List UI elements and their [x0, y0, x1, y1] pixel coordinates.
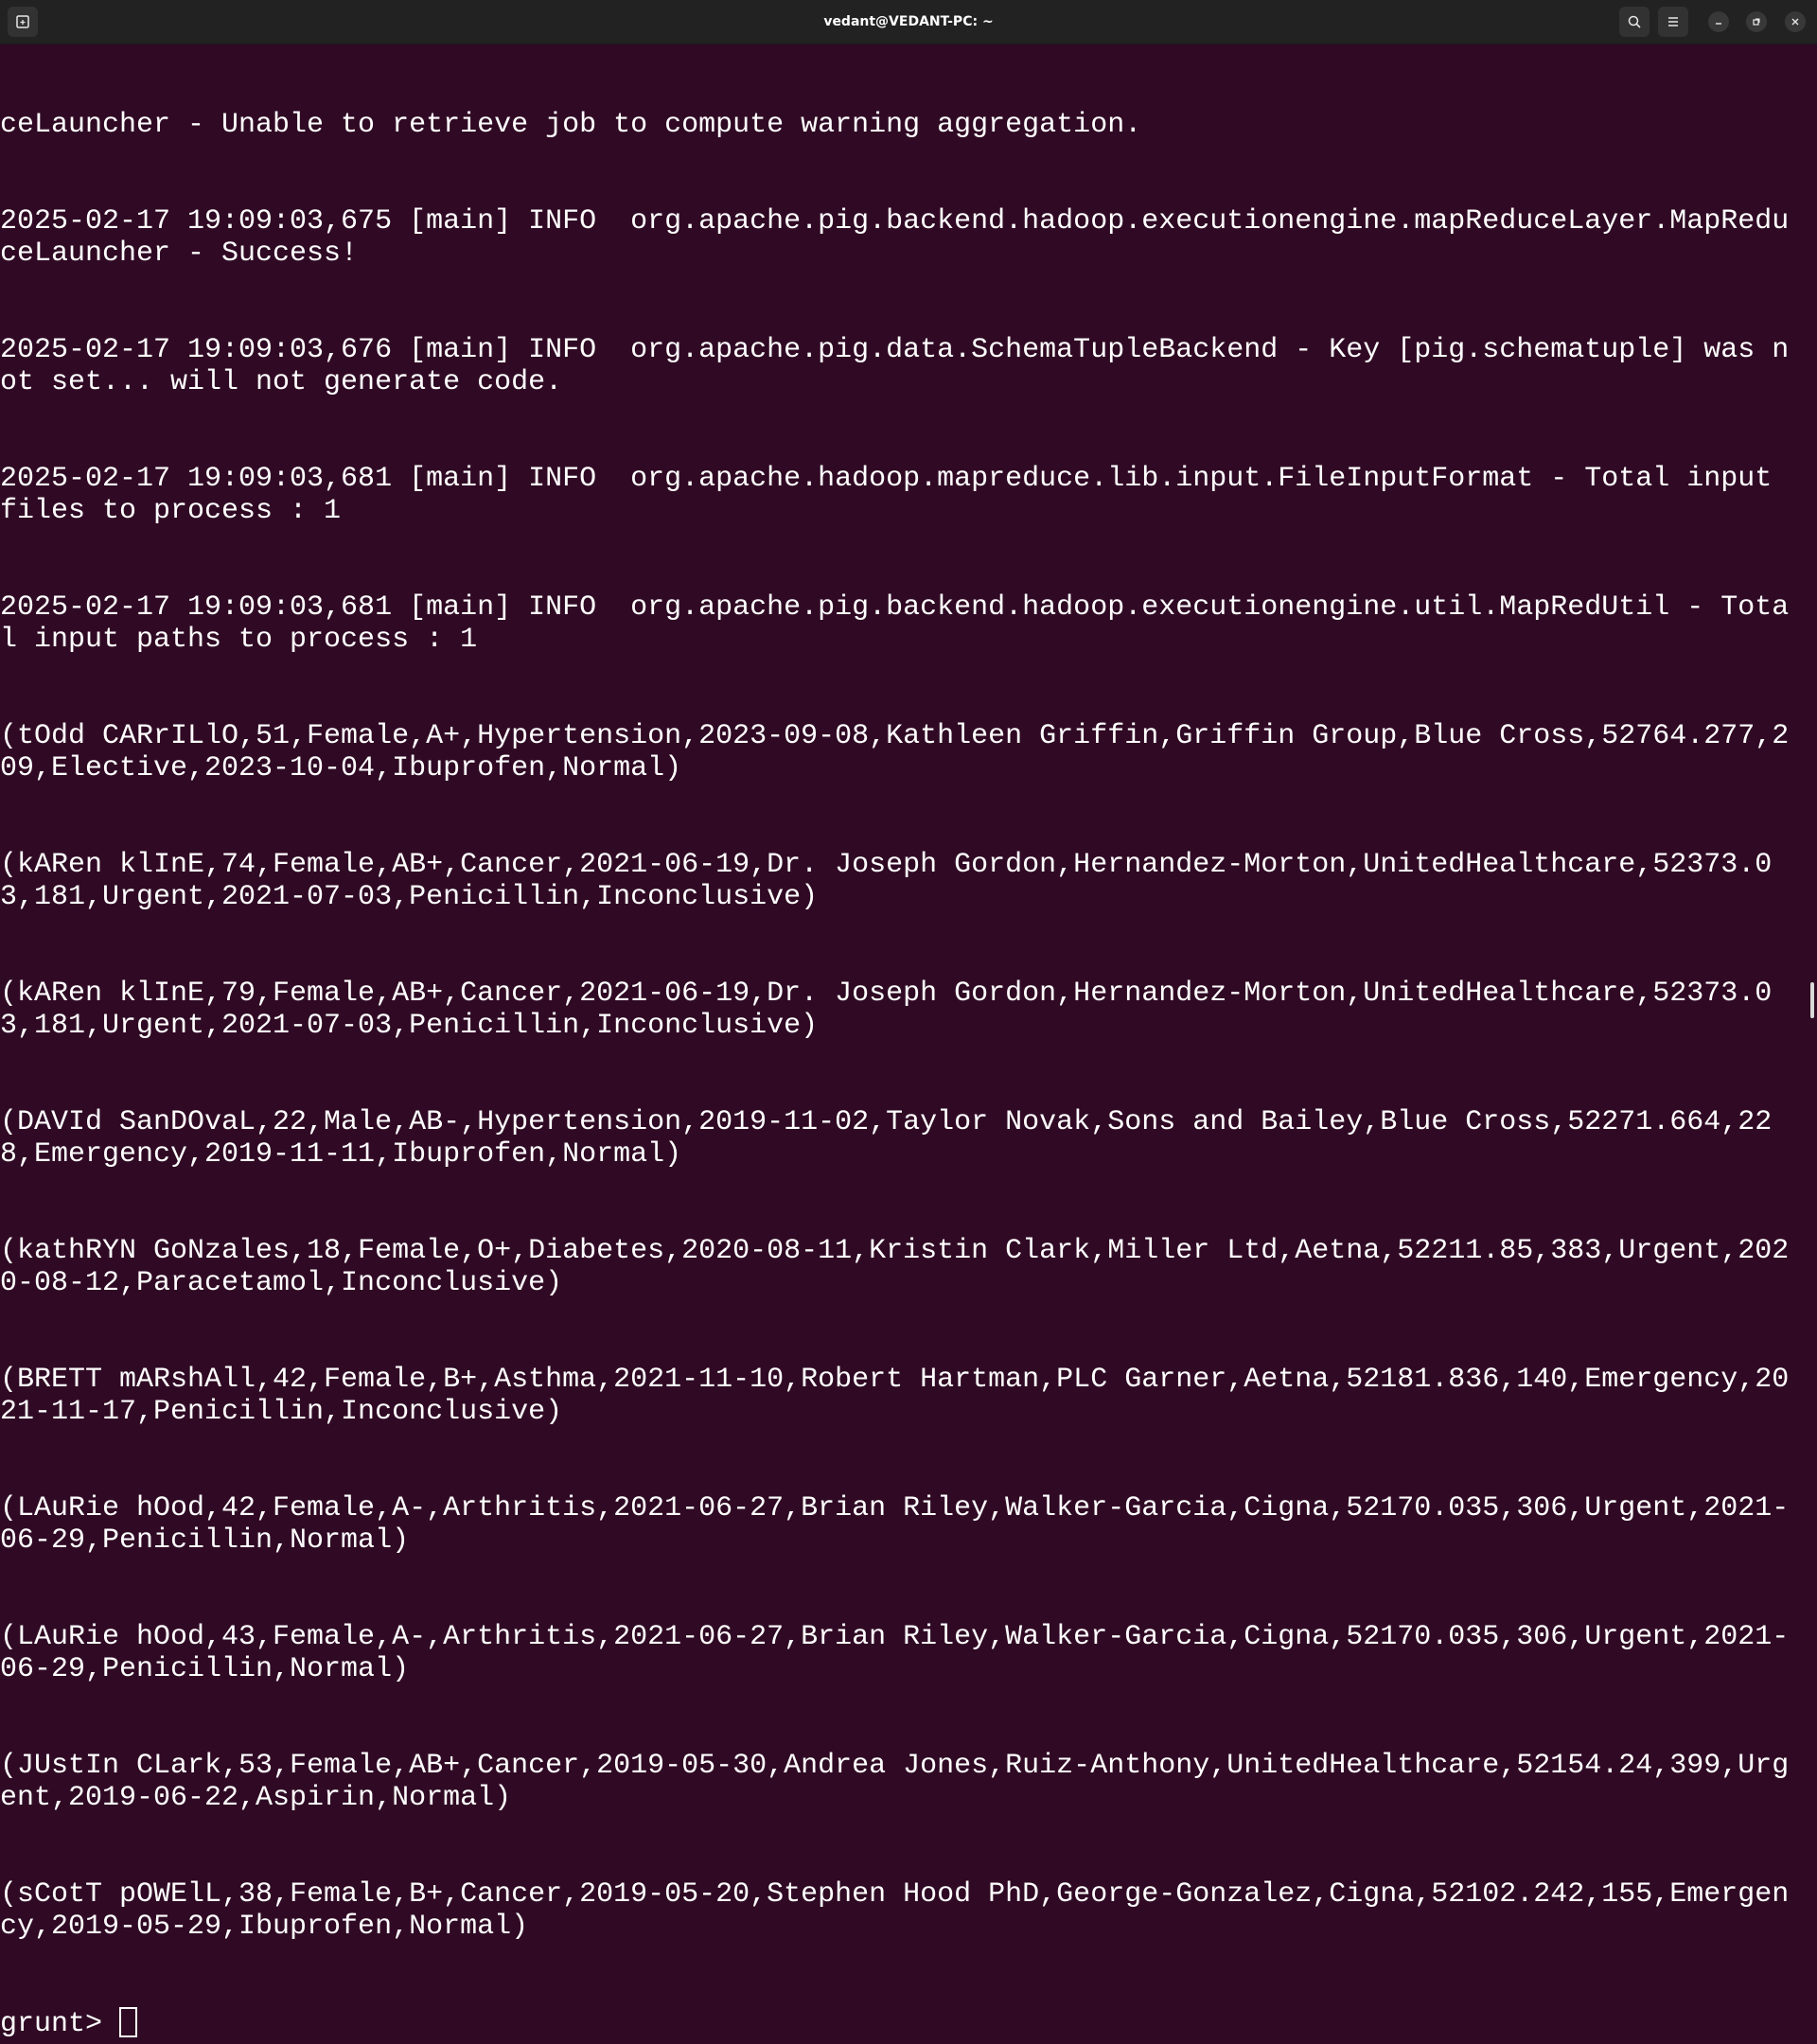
terminal-line: 2025-02-17 19:09:03,681 [main] INFO org.… [0, 463, 1790, 527]
result-row: (BRETT mARshAll,42,Female,B+,Asthma,2021… [0, 1364, 1790, 1428]
prompt: grunt> [0, 2008, 120, 2040]
minimize-icon [1716, 23, 1721, 25]
result-row: (JUstIn CLark,53,Female,AB+,Cancer,2019-… [0, 1750, 1790, 1814]
close-icon [1791, 18, 1799, 26]
minimize-button[interactable] [1708, 11, 1729, 32]
search-icon [1628, 15, 1641, 28]
text-cursor [119, 2007, 138, 2037]
result-row: (LAuRie hOod,43,Female,A-,Arthritis,2021… [0, 1621, 1790, 1685]
result-row: (sCotT pOWElL,38,Female,B+,Cancer,2019-0… [0, 1878, 1790, 1943]
maximize-icon [1753, 18, 1760, 26]
result-row: (kARen klInE,79,Female,AB+,Cancer,2021-0… [0, 978, 1773, 1042]
window-title: vedant@VEDANT-PC: ~ [823, 14, 994, 29]
search-button[interactable] [1619, 7, 1649, 37]
terminal-line: 2025-02-17 19:09:03,676 [main] INFO org.… [0, 334, 1790, 398]
result-row: (kARen klInE,74,Female,AB+,Cancer,2021-0… [0, 849, 1773, 913]
prompt-line[interactable]: grunt> [0, 2007, 1791, 2040]
terminal-line: ceLauncher - Unable to retrieve job to c… [0, 109, 1142, 141]
close-button[interactable] [1785, 11, 1806, 32]
terminal-line: 2025-02-17 19:09:03,681 [main] INFO org.… [0, 591, 1790, 656]
maximize-button[interactable] [1746, 11, 1767, 32]
terminal-line: 2025-02-17 19:09:03,675 [main] INFO org.… [0, 205, 1790, 270]
result-row: (kathRYN GoNzales,18,Female,O+,Diabetes,… [0, 1235, 1790, 1299]
scrollbar[interactable] [1810, 982, 1814, 1018]
menu-icon [1668, 17, 1678, 26]
result-row: (LAuRie hOod,42,Female,A-,Arthritis,2021… [0, 1492, 1790, 1557]
terminal-output[interactable]: ceLauncher - Unable to retrieve job to c… [0, 44, 1791, 2044]
result-row: (tOdd CARrILlO,51,Female,A+,Hypertension… [0, 720, 1790, 784]
menu-button[interactable] [1658, 7, 1688, 37]
result-row: (DAVId SanDOvaL,22,Male,AB-,Hypertension… [0, 1106, 1773, 1171]
title-bar: vedant@VEDANT-PC: ~ [0, 0, 1817, 44]
